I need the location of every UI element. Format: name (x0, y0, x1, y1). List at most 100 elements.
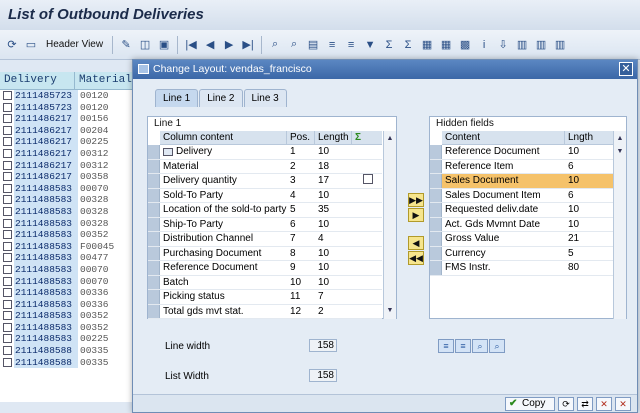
row-checkbox[interactable] (3, 346, 12, 356)
tab-line-1[interactable]: Line 1 (155, 89, 199, 107)
info-icon[interactable]: i (476, 37, 492, 53)
row-checkbox[interactable] (3, 230, 12, 240)
hidden-field-row[interactable]: Reference Item 6 (430, 159, 614, 174)
hidden-field-row[interactable]: Currency 5 (430, 246, 614, 261)
line-1-row[interactable]: Sold-To Party 4 10 (148, 188, 382, 203)
row-selector[interactable] (148, 203, 160, 217)
row-checkbox[interactable] (3, 334, 12, 344)
table-row[interactable]: 2111486217 00156 (0, 113, 135, 125)
row-checkbox[interactable] (3, 183, 12, 193)
table-row[interactable]: 2111486217 00358 (0, 171, 135, 183)
tab-line-2[interactable]: Line 2 (199, 89, 243, 107)
sum-column-icon[interactable]: Σ (352, 131, 382, 144)
sort-ascending-icon[interactable]: ≡ (438, 339, 454, 353)
find-icon[interactable]: ⌕ (472, 339, 488, 353)
table-row[interactable]: 2111488583 F00045 (0, 240, 135, 253)
table-row[interactable]: 2111488583 00070 (0, 182, 135, 195)
column-header-delivery[interactable]: Delivery (0, 72, 75, 89)
row-selector[interactable] (148, 159, 160, 173)
row-checkbox[interactable] (3, 288, 12, 298)
row-selector[interactable] (148, 246, 160, 260)
move-all-right-button[interactable]: ▶▶ (408, 193, 424, 207)
save-layout-icon[interactable]: ▥ (552, 37, 568, 53)
row-checkbox[interactable] (3, 148, 12, 158)
column-header-lngth[interactable]: Lngth (565, 131, 614, 144)
sort-descending-icon[interactable]: ≡ (343, 37, 359, 53)
move-right-button[interactable]: ▶ (408, 208, 424, 222)
scroll-down-icon[interactable]: ▼ (614, 146, 626, 158)
last-page-icon[interactable]: ▶| (240, 37, 256, 53)
row-selector[interactable] (148, 304, 160, 318)
row-checkbox[interactable] (3, 102, 12, 112)
row-checkbox[interactable] (3, 264, 12, 274)
column-header-material[interactable]: Material (75, 72, 135, 89)
header-view-button[interactable]: Header View (42, 39, 107, 50)
row-checkbox[interactable] (3, 195, 12, 205)
spreadsheet-icon[interactable]: ▦ (438, 37, 454, 53)
refresh-icon[interactable]: ⟳ (558, 397, 574, 411)
table-row[interactable]: 2111486217 00225 (0, 136, 135, 148)
row-selector[interactable] (430, 261, 442, 275)
table-row[interactable]: 2111488583 00328 (0, 217, 135, 230)
sum-checkbox[interactable] (363, 174, 373, 185)
row-selector[interactable] (430, 188, 442, 202)
row-checkbox[interactable] (3, 311, 12, 321)
table-row[interactable]: 2111488583 00352 (0, 229, 135, 241)
column-header-length[interactable]: Length (315, 131, 352, 144)
next-page-icon[interactable]: ▶ (221, 37, 237, 53)
row-selector[interactable] (430, 159, 442, 173)
table-row[interactable]: 2111488583 00070 (0, 275, 135, 288)
layout-grid-icon[interactable]: ▦ (419, 37, 435, 53)
row-selector[interactable] (148, 188, 160, 202)
table-row[interactable]: 2111488583 00328 (0, 194, 135, 206)
sort-descending-icon[interactable]: ≡ (455, 339, 471, 353)
row-selector[interactable] (148, 232, 160, 246)
row-checkbox[interactable] (3, 160, 12, 170)
find-icon[interactable]: ⌕ (267, 37, 283, 53)
line-1-row[interactable]: Ship-To Party 6 10 (148, 217, 382, 232)
change-layout-icon[interactable]: ▥ (533, 37, 549, 53)
row-selector[interactable] (148, 145, 160, 159)
sum-icon[interactable]: Σ (381, 37, 397, 53)
line-1-row[interactable]: Delivery 1 10 (148, 145, 382, 160)
row-checkbox[interactable] (3, 91, 12, 100)
column-header-content[interactable]: Column content (160, 131, 287, 144)
details-icon[interactable]: ▤ (305, 37, 321, 53)
row-checkbox[interactable] (3, 253, 12, 263)
hidden-field-row[interactable]: Requested deliv.date 10 (430, 203, 614, 218)
close-icon[interactable]: ✕ (619, 62, 633, 76)
row-selector[interactable] (430, 232, 442, 246)
table-row[interactable]: 2111488583 00477 (0, 252, 135, 264)
row-checkbox[interactable] (3, 276, 12, 286)
header-view-icon[interactable]: ▭ (23, 37, 39, 53)
table-row[interactable]: 2111488583 00225 (0, 333, 135, 346)
row-selector[interactable] (148, 174, 160, 188)
line-1-row[interactable]: Delivery quantity 3 17 (148, 174, 382, 189)
line-1-row[interactable]: Purchasing Document 8 10 (148, 246, 382, 261)
hidden-field-row[interactable]: Sales Document 10 (430, 174, 614, 189)
hidden-field-row[interactable]: FMS Instr. 80 (430, 261, 614, 276)
row-checkbox[interactable] (3, 299, 12, 309)
line-1-row[interactable]: Distribution Channel 7 4 (148, 232, 382, 247)
row-selector[interactable] (148, 217, 160, 231)
row-checkbox[interactable] (3, 241, 12, 251)
row-checkbox[interactable] (3, 357, 12, 367)
line-1-row[interactable]: Batch 10 10 (148, 275, 382, 290)
row-checkbox[interactable] (3, 137, 12, 147)
table-row[interactable]: 2111486217 00312 (0, 147, 135, 160)
find-next-icon[interactable]: ⌕ (489, 339, 505, 353)
row-selector[interactable] (148, 275, 160, 289)
row-selector[interactable] (430, 203, 442, 217)
row-checkbox[interactable] (3, 322, 12, 332)
tab-line-3[interactable]: Line 3 (243, 89, 287, 107)
refresh-icon[interactable]: ⟳ (4, 37, 20, 53)
line-1-row[interactable]: Picking status 11 7 (148, 290, 382, 305)
row-selector[interactable] (430, 246, 442, 260)
table-row[interactable]: 2111486217 00312 (0, 159, 135, 172)
line-1-row[interactable]: Total gds mvt stat. 12 2 (148, 304, 382, 319)
row-selector[interactable] (148, 290, 160, 304)
row-checkbox[interactable] (3, 218, 12, 228)
scroll-up-icon[interactable]: ▲ (384, 133, 396, 145)
table-row[interactable]: 2111488583 00328 (0, 205, 135, 218)
hidden-fields-scrollbar[interactable]: ▲ ▼ (613, 131, 626, 319)
